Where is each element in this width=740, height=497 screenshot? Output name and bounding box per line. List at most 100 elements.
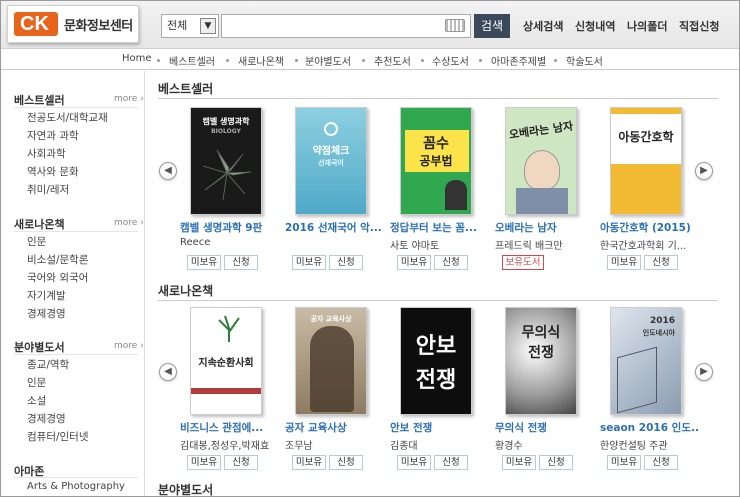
- book-author: 김종대: [390, 441, 418, 452]
- sidebar-item[interactable]: 역사와 문화: [27, 164, 79, 179]
- sidebar-item[interactable]: 자연과 과학: [27, 128, 79, 143]
- not-owned-button[interactable]: 미보유: [187, 255, 221, 270]
- sidebar-heading-new-books[interactable]: 새로나온책: [14, 216, 65, 232]
- nav-category-books[interactable]: 분야별도서: [305, 53, 351, 68]
- sidebar-heading-category-books[interactable]: 분야별도서: [14, 339, 65, 355]
- sidebar-item[interactable]: 경제경영: [27, 411, 66, 426]
- nav-new-books[interactable]: 새로나온책: [238, 53, 284, 68]
- request-button[interactable]: 신청: [644, 455, 678, 470]
- sidebar-item[interactable]: 국어와 외국어: [27, 270, 88, 285]
- book-title[interactable]: seaon 2016 인도...: [600, 420, 700, 435]
- not-owned-button[interactable]: 미보유: [292, 455, 326, 470]
- sidebar-item[interactable]: 경제경영: [27, 306, 66, 321]
- request-button[interactable]: 신청: [539, 455, 573, 470]
- book-card[interactable]: 지속순환사회 비즈니스 관점에... 김대봉,정성우,박재효 미보유 신청: [180, 307, 280, 477]
- logo-text: 문화정보센터: [64, 19, 133, 34]
- book-card[interactable]: 아동간호학 아동간호학 (2015) 한국간호과학회 기... 미보유 신청: [600, 107, 700, 277]
- sidebar-item[interactable]: 비소설/문학론: [27, 252, 89, 267]
- divider: [14, 231, 138, 232]
- sidebar-more-link[interactable]: more ›: [114, 218, 144, 228]
- book-card[interactable]: 2016 인도네시아 seaon 2016 인도... 한양컨설팅 주관 미보유…: [600, 307, 700, 477]
- nav-award-books[interactable]: 수상도서: [432, 53, 469, 68]
- book-card[interactable]: 캠벨 생명과학 BIOLOGY 캠벨 생명과학 9판 Reece 미보유 신청: [180, 107, 280, 277]
- book-card[interactable]: 오베라는 남자 오베라는 남자 프레드릭 배크만 보유도서: [495, 107, 595, 277]
- book-card[interactable]: 안보 전쟁 안보 전쟁 김종대 미보유 신청: [390, 307, 490, 477]
- chevron-left-icon[interactable]: ◀: [159, 363, 177, 381]
- book-cover[interactable]: 안보 전쟁: [400, 307, 472, 415]
- book-card[interactable]: 무의식 전쟁 무의식 전쟁 황경수 미보유 신청: [495, 307, 595, 477]
- not-owned-button[interactable]: 미보유: [607, 255, 641, 270]
- search-button[interactable]: 검색: [474, 14, 510, 38]
- book-title[interactable]: 무의식 전쟁: [495, 420, 595, 435]
- book-cover[interactable]: 약점체크 선재국어: [295, 107, 367, 215]
- book-author: Reece: [180, 237, 211, 248]
- chevron-down-icon[interactable]: ▼: [200, 18, 216, 34]
- book-title[interactable]: 2016 선재국어 악...: [285, 220, 385, 235]
- nav-bestseller[interactable]: 베스트셀러: [169, 53, 215, 68]
- book-cover[interactable]: 오베라는 남자: [505, 107, 577, 215]
- nav-recommended[interactable]: 추천도서: [374, 53, 411, 68]
- menu-direct-request[interactable]: 직접신청: [679, 18, 719, 34]
- not-owned-button[interactable]: 미보유: [502, 455, 536, 470]
- book-cover[interactable]: 2016 인도네시아: [610, 307, 682, 415]
- book-cover[interactable]: 무의식 전쟁: [505, 307, 577, 415]
- sidebar-item[interactable]: 소설: [27, 393, 46, 408]
- book-title[interactable]: 안보 전쟁: [390, 420, 490, 435]
- not-owned-button[interactable]: 미보유: [187, 455, 221, 470]
- request-button[interactable]: 신청: [224, 455, 258, 470]
- keyboard-icon[interactable]: [445, 19, 465, 32]
- sidebar-item[interactable]: 자기계발: [27, 288, 66, 303]
- sidebar-item[interactable]: 인문: [27, 375, 46, 390]
- logo[interactable]: CK 문화정보센터: [7, 5, 139, 43]
- chevron-left-icon[interactable]: ◀: [159, 162, 177, 180]
- owned-badge[interactable]: 보유도서: [502, 255, 544, 270]
- search-scope-value: 전체: [167, 19, 188, 32]
- nav-academic-books[interactable]: 학술도서: [566, 53, 603, 68]
- book-cover[interactable]: 꼼수 공부법: [400, 107, 472, 215]
- request-button[interactable]: 신청: [644, 255, 678, 270]
- book-title[interactable]: 아동간호학 (2015): [600, 220, 700, 235]
- book-title[interactable]: 정답부터 보는 꼼...: [390, 220, 490, 235]
- search-scope-select[interactable]: 전체 ▼: [161, 14, 219, 38]
- cover-title: 2016: [649, 316, 675, 326]
- tree-illustration: [218, 315, 240, 342]
- request-button[interactable]: 신청: [224, 255, 258, 270]
- nav-home[interactable]: Home: [122, 53, 152, 64]
- sidebar-item[interactable]: 전공도서/대학교재: [27, 110, 108, 125]
- nav-amazon-subjects[interactable]: 아마존주제별: [491, 53, 546, 68]
- book-card[interactable]: 꼼수 공부법 정답부터 보는 꼼... 사토 야마토 미보유 신청: [390, 107, 490, 277]
- sidebar-item[interactable]: 컴퓨터/인터넷: [27, 429, 89, 444]
- sidebar-more-link[interactable]: more ›: [114, 94, 144, 104]
- not-owned-button[interactable]: 미보유: [397, 455, 431, 470]
- sidebar-item[interactable]: Arts & Photography: [27, 481, 125, 492]
- book-title[interactable]: 비즈니스 관점에...: [180, 420, 280, 435]
- sidebar-heading-bestseller[interactable]: 베스트셀러: [14, 92, 65, 108]
- book-cover[interactable]: 아동간호학: [610, 107, 682, 215]
- sidebar-item[interactable]: 종교/역학: [27, 357, 69, 372]
- sidebar-item[interactable]: 사회과학: [27, 146, 66, 161]
- sidebar-item[interactable]: 취미/레저: [27, 182, 69, 197]
- book-cover[interactable]: 공자 교육사상: [295, 307, 367, 415]
- menu-my-folder[interactable]: 나의폴더: [627, 18, 667, 34]
- sidebar-item[interactable]: 인문: [27, 234, 46, 249]
- not-owned-button[interactable]: 미보유: [397, 255, 431, 270]
- nav-separator: [479, 59, 482, 62]
- book-cover[interactable]: 캠벨 생명과학 BIOLOGY: [190, 107, 262, 215]
- book-title[interactable]: 캠벨 생명과학 9판: [180, 220, 280, 235]
- not-owned-button[interactable]: 미보유: [292, 255, 326, 270]
- sidebar-more-link[interactable]: more ›: [114, 341, 144, 351]
- request-button[interactable]: 신청: [329, 255, 363, 270]
- not-owned-button[interactable]: 미보유: [607, 455, 641, 470]
- menu-advanced-search[interactable]: 상세검색: [523, 18, 563, 34]
- book-cover[interactable]: 지속순환사회: [190, 307, 262, 415]
- request-button[interactable]: 신청: [434, 255, 468, 270]
- book-title[interactable]: 오베라는 남자: [495, 220, 595, 235]
- request-button[interactable]: 신청: [434, 455, 468, 470]
- book-card[interactable]: 공자 교육사상 공자 교육사상 조무남 미보유 신청: [285, 307, 385, 477]
- menu-request-history[interactable]: 신청내역: [575, 18, 615, 34]
- request-button[interactable]: 신청: [329, 455, 363, 470]
- book-card[interactable]: 약점체크 선재국어 2016 선재국어 악... 미보유 신청: [285, 107, 385, 277]
- search-input[interactable]: [221, 14, 471, 38]
- book-title[interactable]: 공자 교육사상: [285, 420, 385, 435]
- figure-illustration: [310, 326, 354, 412]
